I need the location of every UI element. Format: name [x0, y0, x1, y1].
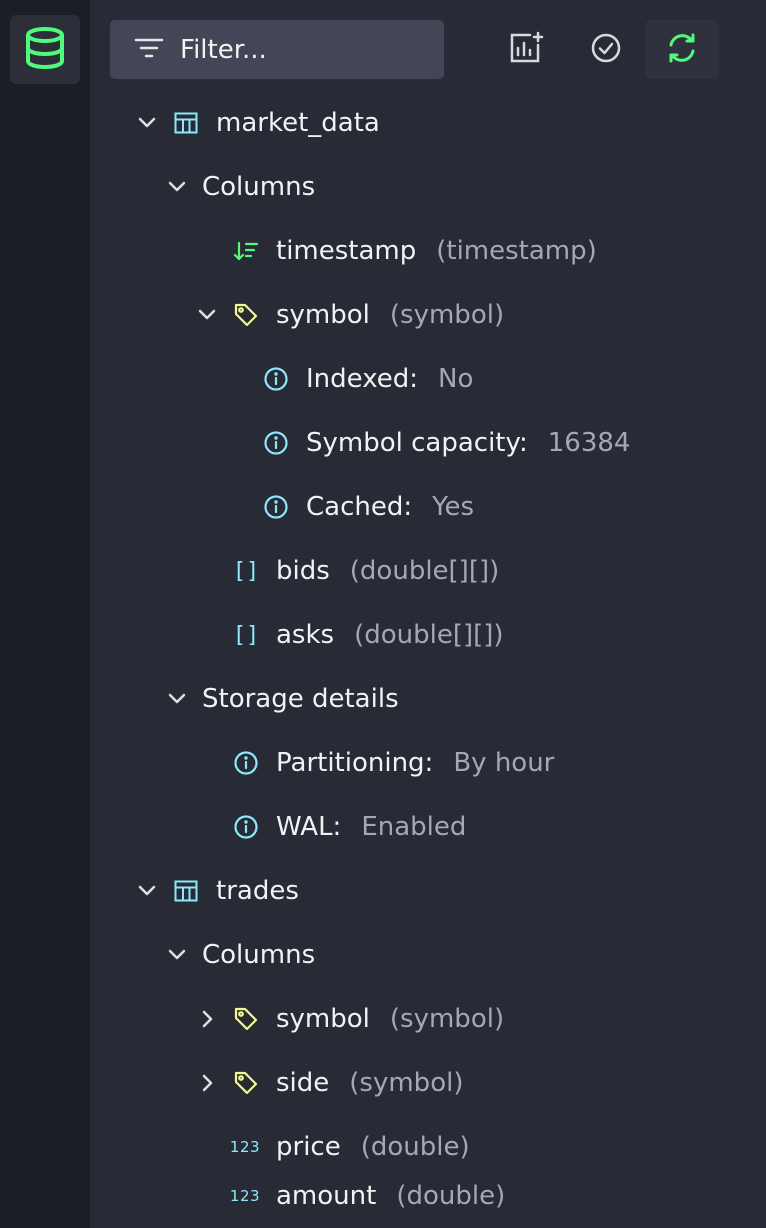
tree-column-amount[interactable]: 123 amount (double): [90, 1164, 766, 1228]
column-name: side: [276, 1068, 330, 1098]
detail-value: By hour: [453, 748, 555, 778]
table-name: trades: [216, 876, 299, 906]
tree-folder-storage-details[interactable]: Storage details: [90, 667, 766, 731]
tree-folder-columns[interactable]: Columns: [90, 155, 766, 219]
add-chart-button[interactable]: [489, 20, 563, 79]
column-type: (symbol): [389, 1004, 505, 1034]
column-type: (double): [396, 1181, 506, 1211]
column-name: symbol: [276, 300, 370, 330]
designated-timestamp-icon: [232, 219, 260, 283]
refresh-button[interactable]: [645, 20, 719, 79]
filter-placeholder: Filter...: [180, 34, 267, 65]
detail-value: Yes: [432, 492, 475, 522]
detail-label: Symbol capacity:: [306, 428, 528, 458]
tree-detail-indexed: Indexed: No: [90, 347, 766, 411]
table-icon: [172, 859, 200, 923]
filter-input[interactable]: Filter...: [110, 20, 444, 79]
left-rail: [0, 0, 90, 1228]
folder-label: Columns: [202, 172, 316, 202]
chevron-down-icon[interactable]: [195, 283, 219, 347]
table-name: market_data: [216, 108, 380, 138]
detail-label: Partitioning:: [276, 748, 434, 778]
tree-column-timestamp[interactable]: timestamp (timestamp): [90, 219, 766, 283]
detail-label: Indexed:: [306, 364, 419, 394]
tree-detail-symbol-capacity: Symbol capacity: 16384: [90, 411, 766, 475]
table-icon: [172, 91, 200, 155]
column-name: price: [276, 1132, 341, 1162]
column-type: (symbol): [349, 1068, 464, 1098]
chevron-down-icon[interactable]: [165, 667, 189, 731]
column-type: (double): [360, 1132, 470, 1162]
column-type: (double[][]): [354, 620, 504, 650]
folder-label: Storage details: [202, 684, 399, 714]
tree-column-side[interactable]: side (symbol): [90, 1051, 766, 1115]
info-icon: [262, 411, 290, 475]
detail-label: Cached:: [306, 492, 413, 522]
info-icon: [232, 795, 260, 859]
detail-label: WAL:: [276, 812, 342, 842]
refresh-icon: [665, 31, 699, 69]
tree-table-trades[interactable]: trades: [90, 859, 766, 923]
column-name: timestamp: [276, 236, 417, 266]
check-circle-icon: [590, 32, 622, 68]
column-type: (symbol): [389, 300, 505, 330]
filter-icon: [134, 37, 164, 63]
detail-value: 16384: [547, 428, 631, 458]
check-button[interactable]: [569, 20, 643, 79]
info-icon: [262, 475, 290, 539]
schema-panel: Filter... market_data Columns timestamp …: [90, 0, 766, 1228]
numeric-icon: 123: [229, 1187, 261, 1205]
chevron-down-icon[interactable]: [135, 91, 159, 155]
column-type: (timestamp): [436, 236, 597, 266]
tree-table-market-data[interactable]: market_data: [90, 91, 766, 155]
add-chart-icon: [508, 31, 544, 69]
detail-value: Enabled: [361, 812, 467, 842]
tree-detail-wal: WAL: Enabled: [90, 795, 766, 859]
column-name: bids: [276, 556, 330, 586]
info-icon: [262, 347, 290, 411]
tree-column-asks[interactable]: [] asks (double[][]): [90, 603, 766, 667]
array-icon: []: [232, 622, 260, 648]
database-button[interactable]: [10, 15, 80, 84]
database-icon: [24, 26, 66, 74]
chevron-down-icon[interactable]: [165, 155, 189, 219]
tag-icon: [232, 987, 260, 1051]
chevron-right-icon[interactable]: [196, 987, 220, 1051]
tag-icon: [232, 283, 260, 347]
info-icon: [232, 731, 260, 795]
chevron-right-icon[interactable]: [196, 1051, 220, 1115]
column-name: symbol: [276, 1004, 370, 1034]
detail-value: No: [438, 364, 474, 394]
tree-column-symbol[interactable]: symbol (symbol): [90, 987, 766, 1051]
chevron-down-icon[interactable]: [135, 859, 159, 923]
tree-detail-cached: Cached: Yes: [90, 475, 766, 539]
column-name: asks: [276, 620, 335, 650]
tree-folder-columns[interactable]: Columns: [90, 923, 766, 987]
array-icon: []: [232, 558, 260, 584]
tag-icon: [232, 1051, 260, 1115]
column-name: amount: [276, 1181, 377, 1211]
chevron-down-icon[interactable]: [165, 923, 189, 987]
tree-detail-partitioning: Partitioning: By hour: [90, 731, 766, 795]
column-type: (double[][]): [349, 556, 500, 586]
folder-label: Columns: [202, 940, 316, 970]
tree-column-symbol[interactable]: symbol (symbol): [90, 283, 766, 347]
tree-column-bids[interactable]: [] bids (double[][]): [90, 539, 766, 603]
